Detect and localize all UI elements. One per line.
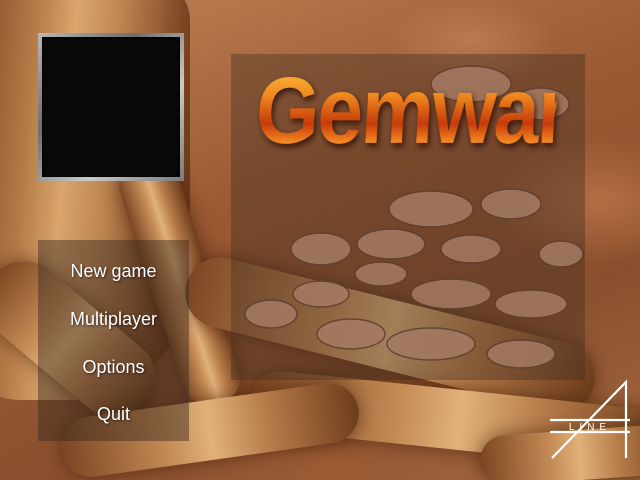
new-game-button[interactable]: New game [38,261,189,282]
game-logo: Gemwars [253,55,615,170]
multiplayer-button[interactable]: Multiplayer [38,309,189,330]
preview-frame [38,33,184,181]
options-button[interactable]: Options [38,357,189,378]
a-line-logo-text: LINE [569,422,611,433]
preview-screen [42,37,180,177]
main-menu: New game Multiplayer Options Quit [38,240,189,441]
a-line-logo: LINE [550,379,630,459]
quit-button[interactable]: Quit [38,404,189,425]
